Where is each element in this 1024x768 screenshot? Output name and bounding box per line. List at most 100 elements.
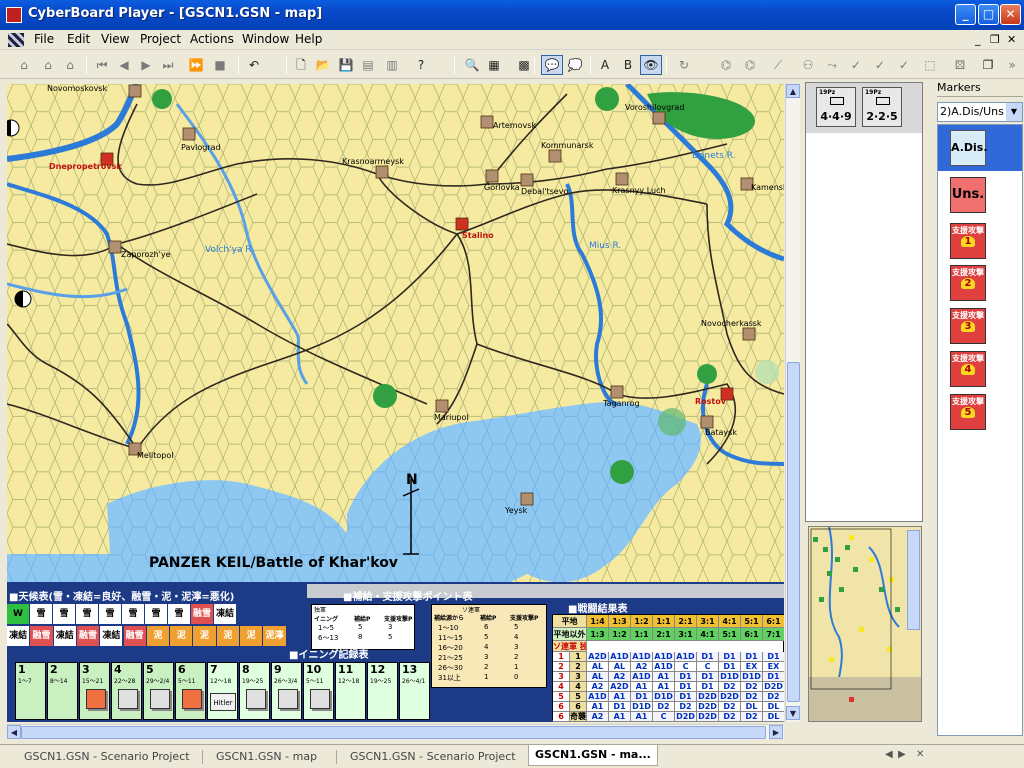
hitler-counter[interactable]: Hitler: [210, 693, 236, 711]
map-vertical-scroll-thumb[interactable]: [787, 362, 800, 702]
tab-scenario-project-1[interactable]: GSCN1.GSN - Scenario Project: [18, 748, 196, 766]
tab-map-1[interactable]: GSCN1.GSN - map: [210, 748, 323, 766]
stacked-counter[interactable]: [278, 689, 298, 709]
toolbar-path-icon[interactable]: ⤳: [824, 57, 840, 73]
toolbar-plot-icon[interactable]: ⌬: [718, 57, 734, 73]
inning-cell[interactable]: 9 26〜3/4: [271, 662, 302, 720]
map-vertical-scrollbar[interactable]: ▲ ▼: [785, 84, 800, 722]
stacked-counter[interactable]: [118, 689, 138, 709]
overview-scroll-thumb[interactable]: [907, 530, 920, 630]
mdi-document-icon[interactable]: [8, 33, 24, 47]
game-map[interactable]: N PANZER KEIL/Battle of Khar'kov Novomos…: [7, 84, 784, 722]
menu-window[interactable]: Window: [242, 32, 289, 46]
menu-actions[interactable]: Actions: [190, 32, 234, 46]
menu-project[interactable]: Project: [140, 32, 181, 46]
inning-cell[interactable]: 11 12〜18: [335, 662, 366, 720]
mdi-close-button[interactable]: ✕: [1007, 33, 1016, 46]
stacked-counter[interactable]: [150, 689, 170, 709]
toolbar-check3-icon[interactable]: ✓: [896, 57, 912, 73]
marker-uns[interactable]: Uns.: [950, 177, 986, 213]
toggle-grid-icon[interactable]: ▦: [486, 57, 502, 73]
speech-bubble-alt-icon[interactable]: 💭: [567, 57, 583, 73]
marker-support-attack-2[interactable]: 支援攻撃 2: [950, 265, 986, 301]
scroll-left-icon[interactable]: ◀: [7, 725, 21, 739]
inning-cell[interactable]: 6 5〜11: [175, 662, 206, 720]
marker-support-attack-1[interactable]: 支援攻撃 1: [950, 223, 986, 259]
inning-cell[interactable]: 10 5〜11: [303, 662, 334, 720]
inning-cell[interactable]: 7 12〜18 Hitler: [207, 662, 238, 720]
toolbar-save-as-icon[interactable]: ▤: [360, 57, 376, 73]
scroll-down-icon[interactable]: ▼: [786, 706, 800, 720]
inning-cell[interactable]: 8 19〜25: [239, 662, 270, 720]
marker-support-attack-5[interactable]: 支援攻撃 5: [950, 394, 986, 430]
speech-bubble-icon[interactable]: 💬: [541, 55, 563, 75]
new-file-icon[interactable]: 🗋: [293, 57, 309, 73]
cyberboard-app-icon[interactable]: [6, 7, 22, 23]
stacked-counter[interactable]: [86, 689, 106, 709]
inning-cell[interactable]: 12 19〜25: [367, 662, 398, 720]
marker-support-attack-4[interactable]: 支援攻撃 4: [950, 351, 986, 387]
toolbar-end-move-icon[interactable]: ⏩: [188, 57, 204, 73]
inning-cell[interactable]: 3 15〜21: [79, 662, 110, 720]
inning-cell[interactable]: 5 29〜2/4: [143, 662, 174, 720]
marker-support-attack-3[interactable]: 支援攻撃 3: [950, 308, 986, 344]
toolbar-play-move-icon[interactable]: ▶: [138, 57, 154, 73]
inning-cell[interactable]: 1 1〜7: [15, 662, 46, 720]
toolbar-undo-icon[interactable]: ↶: [246, 57, 262, 73]
text-a-icon[interactable]: A: [597, 57, 613, 73]
marker-tray-select[interactable]: 2)A.Dis/Uns ▼: [937, 102, 1023, 122]
unit-tray-panel[interactable]: 19Pz 4·4·9 19Pz 2·2·5: [805, 82, 923, 522]
eye-icon[interactable]: 👁: [640, 55, 662, 75]
inning-cell[interactable]: 4 22〜28: [111, 662, 142, 720]
tile-icon[interactable]: ▩: [516, 57, 532, 73]
counter-19pz-a[interactable]: 19Pz 4·4·9: [816, 87, 856, 127]
toolbar-stack-icon[interactable]: ⌂: [40, 57, 56, 73]
mdi-minimize-button[interactable]: _: [975, 33, 981, 46]
menu-view[interactable]: View: [101, 32, 129, 46]
overview-map[interactable]: [808, 526, 922, 722]
toolbar-move-icon[interactable]: ⌂: [16, 57, 32, 73]
marker-adis[interactable]: A.Dis.: [950, 130, 988, 166]
save-icon[interactable]: 💾: [338, 57, 354, 73]
toolbar-line-icon[interactable]: ⟋: [770, 57, 786, 73]
scroll-right-icon[interactable]: ▶: [769, 725, 783, 739]
toolbar-next-move-icon[interactable]: ⏭: [160, 57, 176, 73]
toolbar-unstack-icon[interactable]: ⌂: [62, 57, 78, 73]
stacked-counter[interactable]: [182, 689, 202, 709]
toolbar-check2-icon[interactable]: ✓: [872, 57, 888, 73]
map-horizontal-scroll-thumb[interactable]: [21, 726, 766, 739]
inning-cell[interactable]: 2 8〜14: [47, 662, 78, 720]
toolbar-stop-icon[interactable]: ■: [212, 57, 228, 73]
help-pointer-icon[interactable]: ?: [413, 57, 429, 73]
scroll-up-icon[interactable]: ▲: [786, 84, 800, 98]
maximize-button[interactable]: □: [978, 4, 999, 25]
chevron-down-icon[interactable]: ▼: [1006, 103, 1022, 121]
toolbar-rotate-icon[interactable]: ↻: [676, 57, 692, 73]
toolbar-more-icon[interactable]: »: [1004, 57, 1020, 73]
counter-19pz-b[interactable]: 19Pz 2·2·5: [862, 87, 902, 127]
tab-close-icon[interactable]: ✕: [916, 749, 924, 760]
minimize-button[interactable]: _: [955, 4, 976, 25]
open-folder-icon[interactable]: 📂: [315, 57, 331, 73]
markers-list[interactable]: A.Dis. Uns. 支援攻撃 1 支援攻撃 2 支援攻撃 3 支援攻撃 4 支援攻撃…: [937, 124, 1023, 736]
stacked-counter[interactable]: [246, 689, 266, 709]
title-bar[interactable]: CyberBoard Player - [GSCN1.GSN - map] _ …: [0, 0, 1024, 30]
tab-scenario-project-2[interactable]: GSCN1.GSN - Scenario Project: [344, 748, 522, 766]
text-b-icon[interactable]: B: [620, 57, 636, 73]
mdi-restore-button[interactable]: ❐: [990, 33, 1000, 46]
close-button[interactable]: ✕: [1000, 4, 1021, 25]
toolbar-first-move-icon[interactable]: ⏮: [94, 57, 110, 73]
menu-help[interactable]: Help: [295, 32, 322, 46]
tab-scroll-left-icon[interactable]: ◀: [885, 749, 893, 760]
toolbar-print-icon[interactable]: ▥: [384, 57, 400, 73]
menu-edit[interactable]: Edit: [67, 32, 90, 46]
toolbar-plot2-icon[interactable]: ⌬: [742, 57, 758, 73]
inning-cell[interactable]: 13 26〜4/1: [399, 662, 430, 720]
toolbar-dice-icon[interactable]: ⚄: [952, 57, 968, 73]
tab-map-active[interactable]: GSCN1.GSN - ma...: [528, 745, 658, 766]
menu-file[interactable]: File: [34, 32, 54, 46]
toolbar-prev-move-icon[interactable]: ◀: [116, 57, 132, 73]
toolbar-window-icon[interactable]: ❐: [980, 57, 996, 73]
stacked-counter[interactable]: [310, 689, 330, 709]
tab-scroll-right-icon[interactable]: ▶: [898, 749, 906, 760]
